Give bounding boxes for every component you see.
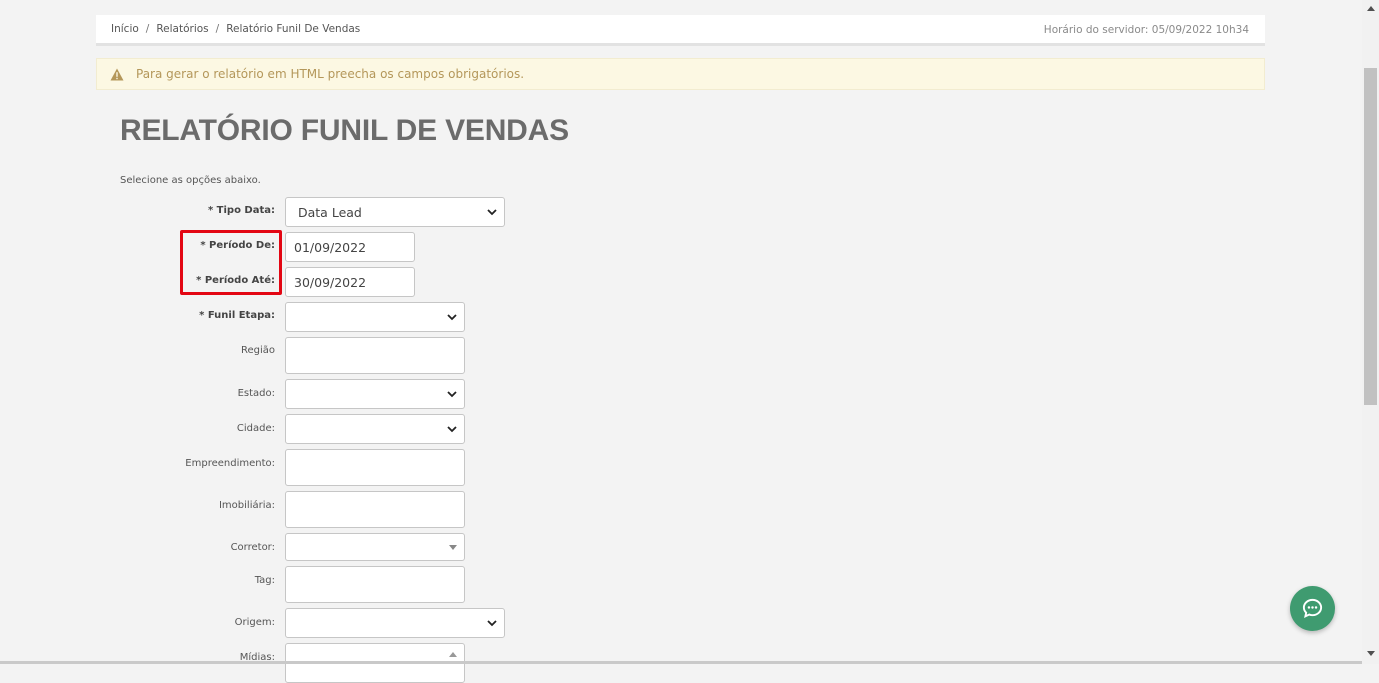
periodo-de-value: 01/09/2022 xyxy=(294,240,367,255)
breadcrumb-bar: Início / Relatórios / Relatório Funil De Ven… xyxy=(96,15,1265,46)
scroll-up-icon[interactable] xyxy=(449,652,457,657)
imobiliaria-label: Imobiliária: xyxy=(218,500,275,511)
breadcrumb-separator: / xyxy=(215,23,220,35)
scroll-up-arrow-icon[interactable] xyxy=(1367,6,1375,11)
tag-multiselect[interactable] xyxy=(285,566,465,603)
corretor-combobox[interactable] xyxy=(285,533,465,561)
chat-button[interactable] xyxy=(1290,586,1335,631)
warning-icon xyxy=(110,68,124,81)
warning-alert: Para gerar o relatório em HTML preecha o… xyxy=(96,58,1265,90)
tag-label: Tag: xyxy=(254,575,275,586)
corretor-label: Corretor: xyxy=(230,542,275,553)
chevron-down-icon xyxy=(447,426,457,433)
alert-message: Para gerar o relatório em HTML preecha o… xyxy=(136,67,525,81)
caret-down-icon xyxy=(449,545,457,550)
estado-label: Estado: xyxy=(237,388,275,399)
cidade-label: Cidade: xyxy=(236,423,275,434)
funil-etapa-label: * Funil Etapa: xyxy=(199,310,275,321)
chevron-down-icon xyxy=(447,314,457,321)
chat-bubble-icon xyxy=(1302,598,1323,619)
imobiliaria-multiselect[interactable] xyxy=(285,491,465,528)
breadcrumb-current: Relatório Funil De Vendas xyxy=(226,23,361,35)
page-title: RELATÓRIO FUNIL DE VENDAS xyxy=(120,114,569,147)
breadcrumb: Início / Relatórios / Relatório Funil De Ven… xyxy=(111,23,360,35)
scrollbar-thumb[interactable] xyxy=(1364,68,1377,405)
chevron-down-icon xyxy=(487,620,497,627)
vertical-scrollbar[interactable] xyxy=(1362,0,1379,664)
chevron-down-icon xyxy=(447,391,457,398)
scroll-down-arrow-icon[interactable] xyxy=(1367,651,1375,656)
regiao-multiselect[interactable] xyxy=(285,337,465,374)
regiao-label: Região xyxy=(240,345,275,356)
empreendimento-multiselect[interactable] xyxy=(285,449,465,486)
breadcrumb-link-relatorios[interactable]: Relatórios xyxy=(156,23,208,35)
page-subtitle: Selecione as opções abaixo. xyxy=(120,175,261,186)
empreendimento-label: Empreendimento: xyxy=(185,458,275,469)
periodo-de-input[interactable]: 01/09/2022 xyxy=(285,232,415,262)
origem-select[interactable] xyxy=(285,608,505,638)
highlight-box xyxy=(180,230,282,295)
periodo-ate-value: 30/09/2022 xyxy=(294,275,367,290)
tipo-data-select[interactable]: Data Lead xyxy=(285,197,505,227)
funil-etapa-select[interactable] xyxy=(285,302,465,332)
periodo-ate-input[interactable]: 30/09/2022 xyxy=(285,267,415,297)
tipo-data-value: Data Lead xyxy=(298,205,362,220)
breadcrumb-separator: / xyxy=(145,23,150,35)
estado-select[interactable] xyxy=(285,379,465,409)
chevron-down-icon xyxy=(487,209,497,216)
origem-label: Origem: xyxy=(234,617,275,628)
breadcrumb-link-inicio[interactable]: Início xyxy=(111,23,139,35)
cidade-select[interactable] xyxy=(285,414,465,444)
tipo-data-label: * Tipo Data: xyxy=(207,205,275,216)
server-time: Horário do servidor: 05/09/2022 10h34 xyxy=(1043,24,1249,36)
